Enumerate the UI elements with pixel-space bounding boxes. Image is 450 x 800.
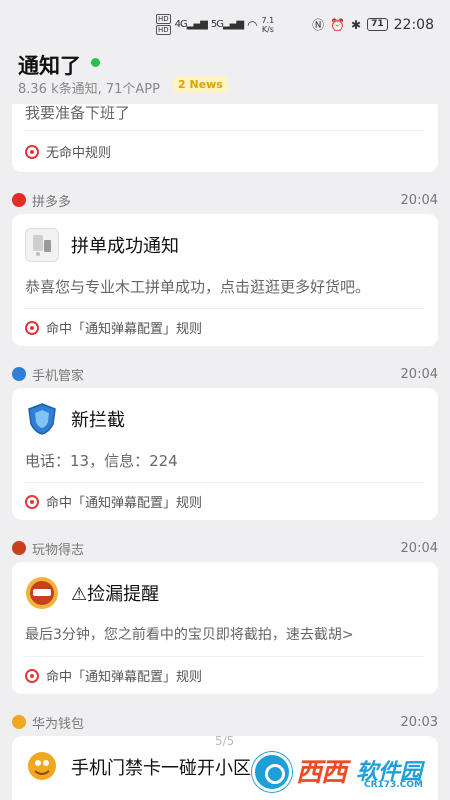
notification-title: 新拦截 — [71, 410, 125, 431]
bluetooth-icon: ✱ — [351, 17, 362, 32]
notification-message: 恭喜您与专业木工拼单成功，点击逛逛更多好货吧。 — [25, 278, 371, 296]
watermark-text: CR173.COM — [364, 780, 423, 790]
network-speed: 7.1 K/s — [261, 15, 275, 34]
rule-status: 命中「通知弹幕配置」规则 — [25, 666, 202, 685]
rule-text: 命中「通知弹幕配置」规则 — [46, 670, 203, 685]
hd-indicators: HD HD — [156, 14, 171, 35]
card-header: ⚠捡漏提醒 — [25, 576, 159, 610]
nfc-icon: Ⓝ — [312, 18, 325, 32]
news-badge[interactable]: 2 News — [173, 76, 228, 93]
pinduoduo-icon — [12, 193, 26, 207]
clock: 22:08 — [393, 16, 434, 33]
notification-message: 我要准备下班了 — [25, 104, 131, 122]
alarm-icon: ⏰ — [330, 17, 346, 32]
product-image-icon — [25, 228, 59, 262]
notification-message: 电话：13，信息：224 — [25, 452, 178, 470]
card-header: 新拦截 — [25, 402, 125, 436]
rule-status: 命中「通知弹幕配置」规则 — [25, 318, 202, 337]
app-name: 手机管家 — [32, 368, 85, 384]
card-header: 拼单成功通知 — [25, 228, 179, 262]
rule-text: 无命中规则 — [46, 146, 112, 161]
notification-list[interactable]: 我要准备下班了 无命中规则 拼多多 20:04 拼单成功通知 恭喜您与专业木工拼… — [0, 104, 450, 800]
divider — [25, 308, 425, 309]
wallet-icon — [12, 715, 26, 729]
divider — [25, 656, 425, 657]
wanwudezhi-icon — [25, 576, 59, 610]
notification-time: 20:03 — [400, 714, 438, 730]
notification-card[interactable]: 新拦截 电话：13，信息：224 命中「通知弹幕配置」规则 — [12, 388, 438, 520]
status-right: Ⓝ ⏰ ✱ 71 22:08 — [312, 16, 434, 33]
signal-icon: 5G▂▄▆ — [210, 19, 244, 30]
card-header: 手机门禁卡一碰开小区 — [25, 750, 251, 784]
signal-icon: 4G▂▄▆ — [174, 19, 208, 30]
target-icon — [25, 668, 39, 683]
app-name: 华为钱包 — [32, 716, 85, 732]
watermark-icon — [252, 752, 292, 792]
notification-card[interactable]: 我要准备下班了 无命中规则 — [12, 104, 438, 172]
divider — [25, 130, 425, 131]
notification-title: ⚠捡漏提醒 — [71, 584, 160, 605]
page-title: 通知了 — [18, 54, 81, 78]
status-bar: HD HD 4G▂▄▆ 5G▂▄▆ ◠ 7.1 K/s Ⓝ ⏰ ✱ 71 22:… — [0, 0, 450, 46]
rule-status: 命中「通知弹幕配置」规则 — [25, 492, 202, 511]
notification-card[interactable]: 拼单成功通知 恭喜您与专业木工拼单成功，点击逛逛更多好货吧。 命中「通知弹幕配置… — [12, 214, 438, 346]
notification-time: 20:04 — [400, 366, 438, 382]
target-icon — [25, 320, 39, 335]
notification-title: 手机门禁卡一碰开小区 — [71, 758, 251, 779]
watermark-text: 西西 — [296, 758, 347, 788]
notification-time: 20:04 — [400, 192, 438, 208]
app-group-header: 华为钱包 20:03 — [12, 712, 438, 732]
notification-title: 拼单成功通知 — [71, 236, 179, 257]
app-name: 玩物得志 — [32, 542, 85, 558]
status-left: HD HD 4G▂▄▆ 5G▂▄▆ ◠ 7.1 K/s — [156, 14, 274, 35]
divider — [25, 482, 425, 483]
rule-text: 命中「通知弹幕配置」规则 — [46, 496, 203, 511]
shield-icon — [25, 402, 59, 436]
wanwudezhi-icon — [12, 541, 26, 555]
rule-status: 无命中规则 — [25, 142, 111, 161]
hd-icon: HD — [156, 25, 171, 35]
page-indicator: 5/5 — [215, 734, 235, 748]
online-status-dot — [91, 58, 100, 67]
watermark-logo: 西西 软件园 CR173.COM — [252, 748, 432, 794]
target-icon — [25, 144, 39, 159]
wallet-icon — [25, 750, 59, 784]
notification-time: 20:04 — [400, 540, 438, 556]
shield-icon — [12, 367, 26, 381]
app-group-header: 手机管家 20:04 — [12, 364, 438, 384]
app-group-header: 玩物得志 20:04 — [12, 538, 438, 558]
notification-message: 最后3分钟，您之前看中的宝贝即将截拍，速去截胡> — [25, 627, 354, 643]
hd-icon: HD — [156, 14, 171, 24]
notification-summary: 8.36 k条通知, 71个APP — [18, 82, 160, 97]
battery-icon: 71 — [367, 18, 388, 31]
notification-card[interactable]: ⚠捡漏提醒 最后3分钟，您之前看中的宝贝即将截拍，速去截胡> 命中「通知弹幕配置… — [12, 562, 438, 694]
rule-text: 命中「通知弹幕配置」规则 — [46, 322, 203, 337]
app-name: 拼多多 — [32, 194, 72, 210]
target-icon — [25, 494, 39, 509]
app-group-header: 拼多多 20:04 — [12, 190, 438, 210]
wifi-icon: ◠ — [247, 17, 258, 32]
